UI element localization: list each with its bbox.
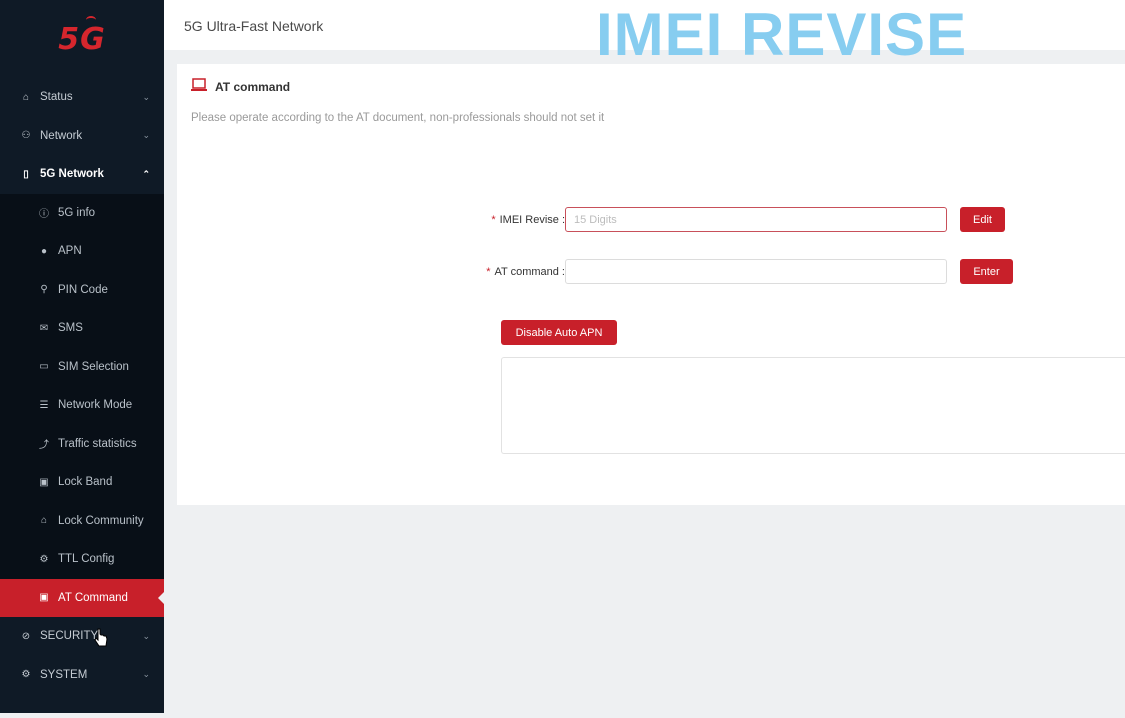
- laptop-icon: ▣: [39, 592, 49, 604]
- home-icon: ⌂: [40, 515, 48, 527]
- header: 5G Ultra-Fast Network IMEI REVISE: [164, 0, 1125, 68]
- grid-icon: ▣: [39, 476, 49, 488]
- sidebar-item-traffic-statistics[interactable]: ⤴ Traffic statistics: [0, 424, 164, 463]
- brand-logo: 5G: [0, 0, 164, 78]
- phone-icon: ▯: [23, 168, 29, 180]
- home-icon: ⌂: [22, 91, 30, 103]
- card-title-text: AT command: [215, 79, 291, 94]
- at-command-row: * AT command : Enter: [467, 259, 1013, 284]
- sidebar-item-label: Network: [40, 129, 83, 142]
- sidebar-item-ttl-config[interactable]: ⚙ TTL Config: [0, 540, 164, 579]
- enter-button[interactable]: Enter: [960, 259, 1013, 284]
- sidebar-item-label: SIM Selection: [58, 360, 129, 373]
- at-command-input[interactable]: [565, 259, 947, 284]
- mouse-pointer-icon: [94, 628, 108, 647]
- sidebar-item-network[interactable]: ⚇ Network ⌄: [0, 117, 164, 156]
- imei-row: *IMEI Revise : Edit: [467, 207, 1005, 232]
- sidebar: 5G ⌂ Status ⌄ ⚇ Network ⌄ ▯ 5G Network ⌃ ⓘ 5G info…: [0, 0, 165, 713]
- sidebar-item-label: SECURITY: [40, 630, 99, 643]
- sidebar-item-label: Lock Community: [58, 514, 144, 527]
- sidebar-item-label: Traffic statistics: [58, 437, 137, 450]
- info-icon: ⓘ: [39, 209, 49, 221]
- sidebar-item-apn[interactable]: ● APN: [0, 232, 164, 271]
- card-description: Please operate according to the AT docum…: [191, 112, 605, 124]
- sidebar-item-security[interactable]: ⊘ SECURITY ⌄: [0, 617, 164, 656]
- sidebar-item-lock-band[interactable]: ▣ Lock Band: [0, 463, 164, 502]
- sidebar-item-lock-community[interactable]: ⌂ Lock Community: [0, 501, 164, 540]
- chevron-down-icon: ⌄: [142, 91, 150, 102]
- logo-text: 5G: [58, 15, 106, 57]
- sidebar-item-pin-code[interactable]: ⚲ PIN Code: [0, 270, 164, 309]
- edit-button[interactable]: Edit: [960, 207, 1005, 232]
- sidebar-item-label: APN: [58, 245, 82, 258]
- card-title: AT command: [191, 78, 290, 95]
- sidebar-item-5g-network[interactable]: ▯ 5G Network ⌃: [0, 155, 164, 194]
- imei-label: * IMEI Revise :: [491, 213, 565, 226]
- list-icon: ☰: [39, 399, 49, 411]
- card-icon: ▭: [39, 361, 49, 373]
- sidebar-item-status[interactable]: ⌂ Status ⌄: [0, 78, 164, 117]
- disable-auto-apn-button[interactable]: Disable Auto APN: [501, 320, 617, 345]
- sidebar-item-sms[interactable]: ✉ SMS: [0, 309, 164, 348]
- globe-icon: ●: [40, 245, 48, 257]
- gear-icon: ⚙: [39, 553, 49, 565]
- sidebar-item-label: 5G Network: [40, 168, 104, 181]
- sidebar-item-sim-selection[interactable]: ▭ SIM Selection: [0, 347, 164, 386]
- watermark-caption: IMEI REVISE: [596, 1, 968, 68]
- sidebar-item-label: SYSTEM: [40, 668, 88, 681]
- sidebar-item-label: 5G info: [58, 206, 96, 219]
- sidebar-item-at-command[interactable]: ▣ AT Command: [0, 578, 165, 617]
- at-command-label: * AT command :: [486, 265, 565, 278]
- shield-icon: ⊘: [21, 630, 31, 642]
- laptop-icon: [191, 78, 207, 95]
- sidebar-item-label: TTL Config: [58, 553, 115, 566]
- sidebar-nav: ⌂ Status ⌄ ⚇ Network ⌄ ▯ 5G Network ⌃ ⓘ 5G info ● AP…: [0, 78, 165, 695]
- at-command-card: AT command Please operate according to t…: [177, 64, 1125, 505]
- sidebar-item-label: Status: [40, 91, 73, 104]
- chevron-down-icon: ⌄: [142, 130, 150, 141]
- sidebar-item-label: PIN Code: [58, 283, 108, 296]
- sidebar-item-label: AT Command: [58, 591, 128, 604]
- mail-icon: ✉: [39, 322, 49, 334]
- sidebar-item-system[interactable]: ⚙ SYSTEM ⌄: [0, 656, 164, 695]
- sidebar-item-label: SMS: [58, 322, 83, 335]
- page-header-title: 5G Ultra-Fast Network: [184, 18, 324, 34]
- sidebar-item-label: Network Mode: [58, 399, 133, 412]
- chevron-up-icon: ⌃: [142, 168, 150, 179]
- chevron-down-icon: ⌄: [142, 630, 150, 641]
- chevron-down-icon: ⌄: [142, 669, 150, 680]
- network-icon: ⚇: [21, 130, 31, 142]
- at-response-output[interactable]: [501, 357, 1125, 454]
- trend-icon: ⤴: [39, 440, 49, 452]
- imei-input[interactable]: [565, 207, 947, 232]
- key-icon: ⚲: [40, 284, 48, 296]
- sidebar-item-network-mode[interactable]: ☰ Network Mode: [0, 386, 164, 425]
- sidebar-item-label: Lock Band: [58, 476, 113, 489]
- gear-icon: ⚙: [21, 669, 31, 681]
- sidebar-item-5g-info[interactable]: ⓘ 5G info: [0, 193, 164, 232]
